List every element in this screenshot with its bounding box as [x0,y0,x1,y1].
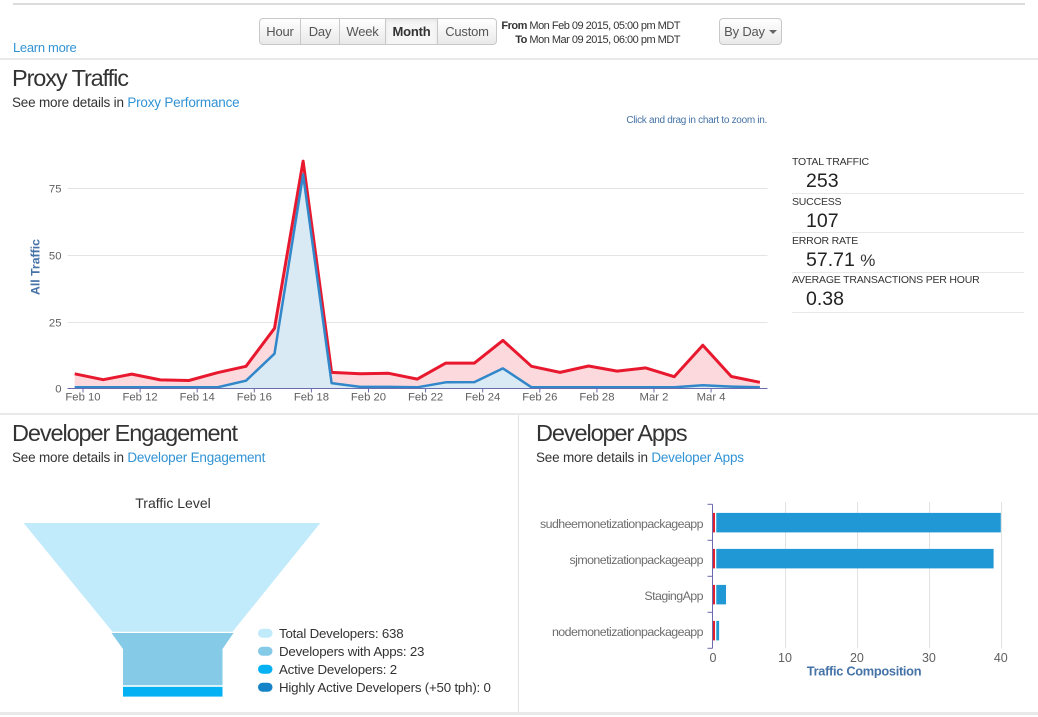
svg-text:Traffic Composition: Traffic Composition [807,664,922,679]
svg-text:Feb 22: Feb 22 [408,392,443,404]
svg-text:Feb 24: Feb 24 [465,392,500,404]
svg-text:25: 25 [49,318,62,330]
svg-text:40: 40 [994,651,1008,665]
svg-text:0: 0 [710,651,717,665]
svg-text:0: 0 [55,384,61,396]
svg-text:Feb 12: Feb 12 [123,392,158,404]
svg-text:nodemonetizationpackageapp: nodemonetizationpackageapp [552,625,704,639]
svg-text:75: 75 [49,184,62,196]
svg-text:Mar 2: Mar 2 [640,392,669,404]
svg-text:10: 10 [778,651,792,665]
svg-text:Feb 14: Feb 14 [180,392,215,404]
svg-text:30: 30 [922,651,936,665]
svg-text:50: 50 [49,251,62,263]
svg-text:Developers with Apps: 23: Developers with Apps: 23 [279,644,424,659]
svg-text:Feb 16: Feb 16 [237,392,272,404]
svg-text:All Traffic: All Traffic [29,239,43,295]
svg-text:Mar 4: Mar 4 [697,392,726,404]
svg-text:Feb 18: Feb 18 [294,392,329,404]
svg-text:Feb 28: Feb 28 [579,392,614,404]
svg-text:Feb 26: Feb 26 [522,392,557,404]
svg-text:StagingApp: StagingApp [644,589,703,603]
svg-text:Total Developers: 638: Total Developers: 638 [279,626,403,641]
svg-text:sudheemonetizationpackageapp: sudheemonetizationpackageapp [540,517,704,531]
svg-text:Feb 10: Feb 10 [65,392,100,404]
svg-text:sjmonetizationpackageapp: sjmonetizationpackageapp [569,553,703,567]
svg-text:Active Developers: 2: Active Developers: 2 [279,662,397,677]
svg-text:Feb 20: Feb 20 [351,392,386,404]
